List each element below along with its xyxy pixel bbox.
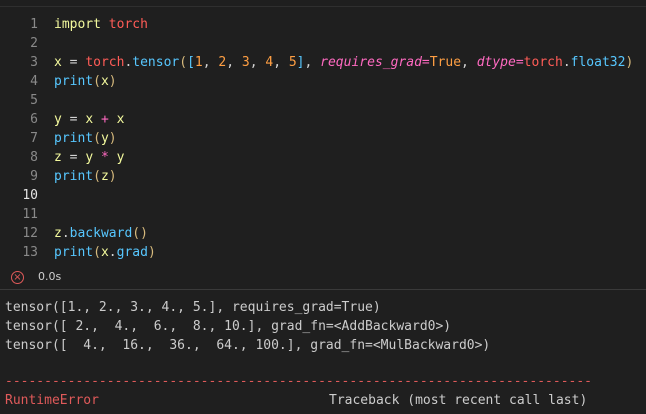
- line-number: 13: [22, 245, 38, 260]
- line-number: 1: [30, 17, 38, 32]
- code-text: y = x + x: [54, 112, 125, 127]
- traceback-label: Traceback (most recent call last): [329, 393, 588, 408]
- code-line[interactable]: 9 print(z): [0, 167, 646, 186]
- code-line[interactable]: 8 z = y * y: [0, 148, 646, 167]
- code-cell-editor[interactable]: 1 import torch 2 3 x = torch.tensor([1, 2, 3…: [0, 8, 646, 266]
- line-number: 11: [22, 207, 38, 222]
- cell-status-bar: × 0.0s: [0, 268, 646, 288]
- code-text: x = torch.tensor([1, 2, 3, 4, 5], requir…: [54, 55, 634, 70]
- line-number: 3: [30, 55, 38, 70]
- code-line[interactable]: 2: [0, 34, 646, 53]
- line-number: 8: [30, 150, 38, 165]
- line-number: 6: [30, 112, 38, 127]
- code-line[interactable]: 1 import torch: [0, 15, 646, 34]
- code-line[interactable]: 4 print(x): [0, 72, 646, 91]
- code-line[interactable]: 11: [0, 205, 646, 224]
- code-text: print(x.grad): [54, 245, 156, 260]
- code-line[interactable]: 13 print(x.grad): [0, 243, 646, 262]
- output-line-2: tensor([ 2., 4., 6., 8., 10.], grad_fn=<…: [5, 319, 452, 334]
- error-circle-x-icon: ×: [11, 271, 24, 284]
- code-text: import torch: [54, 17, 148, 32]
- error-name: RuntimeError: [5, 393, 99, 408]
- line-number: 9: [30, 169, 38, 184]
- code-text: z.backward(): [54, 226, 148, 241]
- line-number: 5: [30, 93, 38, 108]
- code-text: print(z): [54, 169, 117, 184]
- execution-time: 0.0s: [38, 270, 62, 283]
- code-line[interactable]: 3 x = torch.tensor([1, 2, 3, 4, 5], requi…: [0, 53, 646, 72]
- line-number: 10: [22, 188, 38, 203]
- code-text: z = y * y: [54, 150, 125, 165]
- code-line[interactable]: 5: [0, 91, 646, 110]
- code-text: print(y): [54, 131, 117, 146]
- line-number: 12: [22, 226, 38, 241]
- code-line[interactable]: 7 print(y): [0, 129, 646, 148]
- top-divider: [0, 6, 646, 7]
- code-line[interactable]: 10: [0, 186, 646, 205]
- output-line-3: tensor([ 4., 16., 36., 64., 100.], grad_…: [5, 338, 491, 353]
- line-number: 7: [30, 131, 38, 146]
- error-separator: ----------------------------------------…: [5, 374, 592, 389]
- code-line[interactable]: 6 y = x + x: [0, 110, 646, 129]
- code-line[interactable]: 12 z.backward(): [0, 224, 646, 243]
- line-number: 4: [30, 74, 38, 89]
- line-number: 2: [30, 36, 38, 51]
- cell-output: tensor([1., 2., 3., 4., 5.], requires_gr…: [0, 290, 646, 414]
- code-text: print(x): [54, 74, 117, 89]
- output-line-1: tensor([1., 2., 3., 4., 5.], requires_gr…: [5, 300, 381, 315]
